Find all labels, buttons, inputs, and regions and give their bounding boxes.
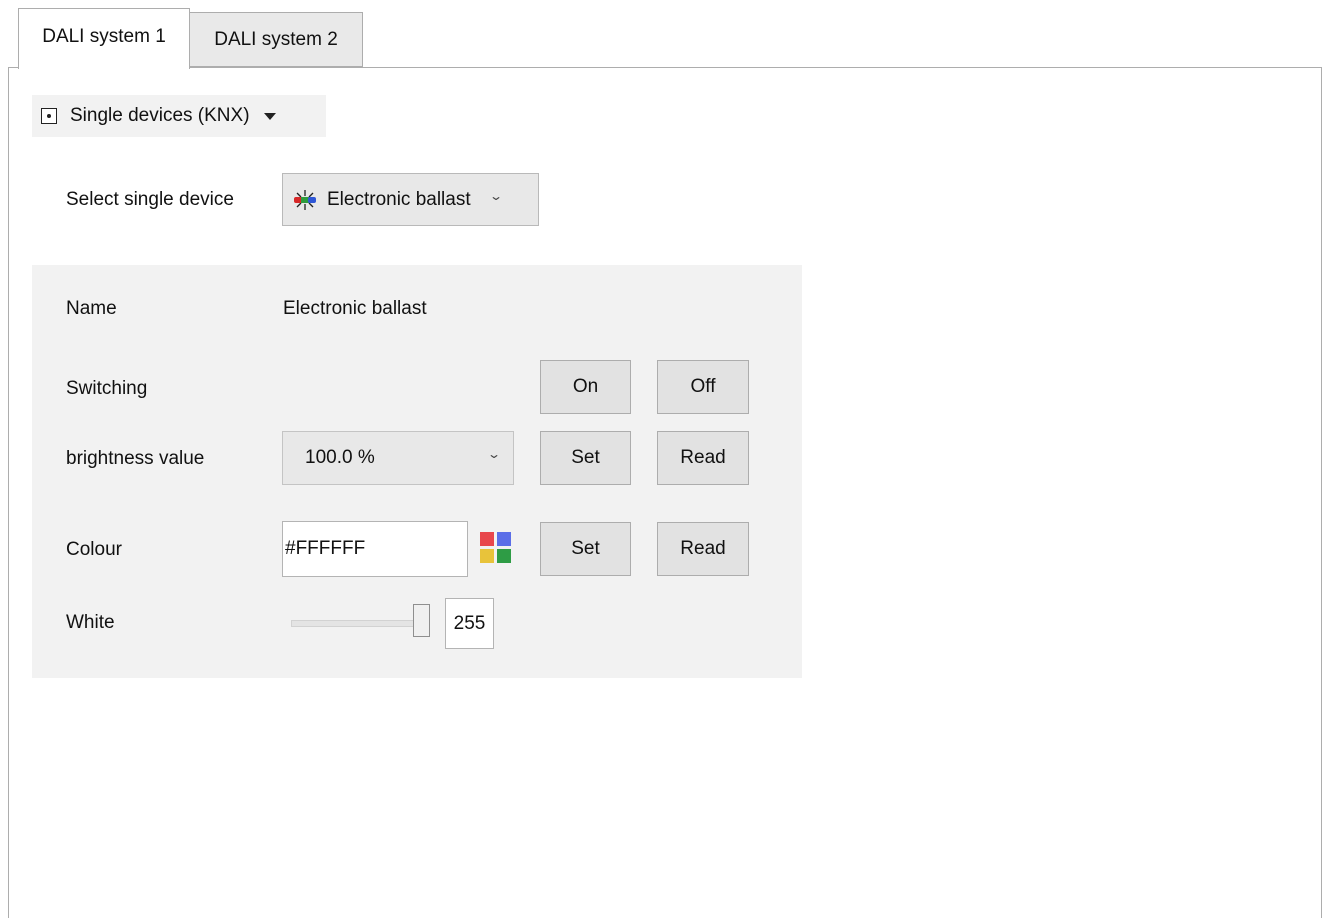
chevron-down-icon: ⌄ xyxy=(488,188,503,203)
palette-swatch xyxy=(497,549,511,563)
brightness-set-button[interactable]: Set xyxy=(540,431,631,485)
white-value: 255 xyxy=(453,612,486,634)
tab-dali-system-2[interactable]: DALI system 2 xyxy=(189,12,363,67)
device-select-value: Electronic ballast xyxy=(327,188,471,210)
white-slider-track[interactable] xyxy=(291,620,423,627)
chevron-down-icon: ⌄ xyxy=(486,447,502,461)
button-label: Off xyxy=(690,376,716,397)
white-slider-thumb[interactable] xyxy=(413,604,430,637)
button-label: Set xyxy=(571,447,600,468)
select-device-label: Select single device xyxy=(66,189,234,210)
white-value-input[interactable]: 255 xyxy=(445,598,494,649)
switch-off-button[interactable]: Off xyxy=(657,360,749,414)
colour-input[interactable]: #FFFFFF xyxy=(282,521,468,577)
colour-read-button[interactable]: Read xyxy=(657,522,749,576)
tab-label: DALI system 2 xyxy=(214,28,338,50)
button-label: Read xyxy=(680,538,726,559)
colour-set-button[interactable]: Set xyxy=(540,522,631,576)
brightness-value: 100.0 % xyxy=(305,447,375,468)
palette-swatch xyxy=(497,532,511,546)
button-label: Set xyxy=(571,538,600,559)
electronic-ballast-icon xyxy=(294,189,316,210)
device-mode-dropdown[interactable]: Single devices (KNX) xyxy=(32,95,326,137)
colour-input-value: #FFFFFF xyxy=(285,538,366,559)
palette-swatch xyxy=(480,549,494,563)
colour-label: Colour xyxy=(66,539,122,560)
button-label: On xyxy=(572,376,599,397)
color-palette-icon[interactable] xyxy=(480,532,513,564)
brightness-label: brightness value xyxy=(66,448,205,469)
device-select-combobox[interactable]: Electronic ballast ⌄ xyxy=(282,173,539,226)
tab-label: DALI system 1 xyxy=(42,26,166,47)
single-device-icon xyxy=(41,108,57,124)
white-label: White xyxy=(66,612,115,633)
switch-on-button[interactable]: On xyxy=(540,360,631,414)
name-label: Name xyxy=(66,298,117,319)
dali-configuration-window: DALI system 1 DALI system 2 Single devic… xyxy=(0,0,1325,918)
dropdown-arrow-icon xyxy=(263,112,276,120)
brightness-read-button[interactable]: Read xyxy=(657,431,749,485)
device-mode-label: Single devices (KNX) xyxy=(70,105,250,126)
palette-swatch xyxy=(480,532,494,546)
switching-label: Switching xyxy=(66,378,148,399)
brightness-combobox[interactable]: 100.0 % ⌄ xyxy=(282,431,514,485)
name-value: Electronic ballast xyxy=(283,298,427,319)
button-label: Read xyxy=(680,447,726,468)
tab-dali-system-1[interactable]: DALI system 1 xyxy=(18,8,190,69)
